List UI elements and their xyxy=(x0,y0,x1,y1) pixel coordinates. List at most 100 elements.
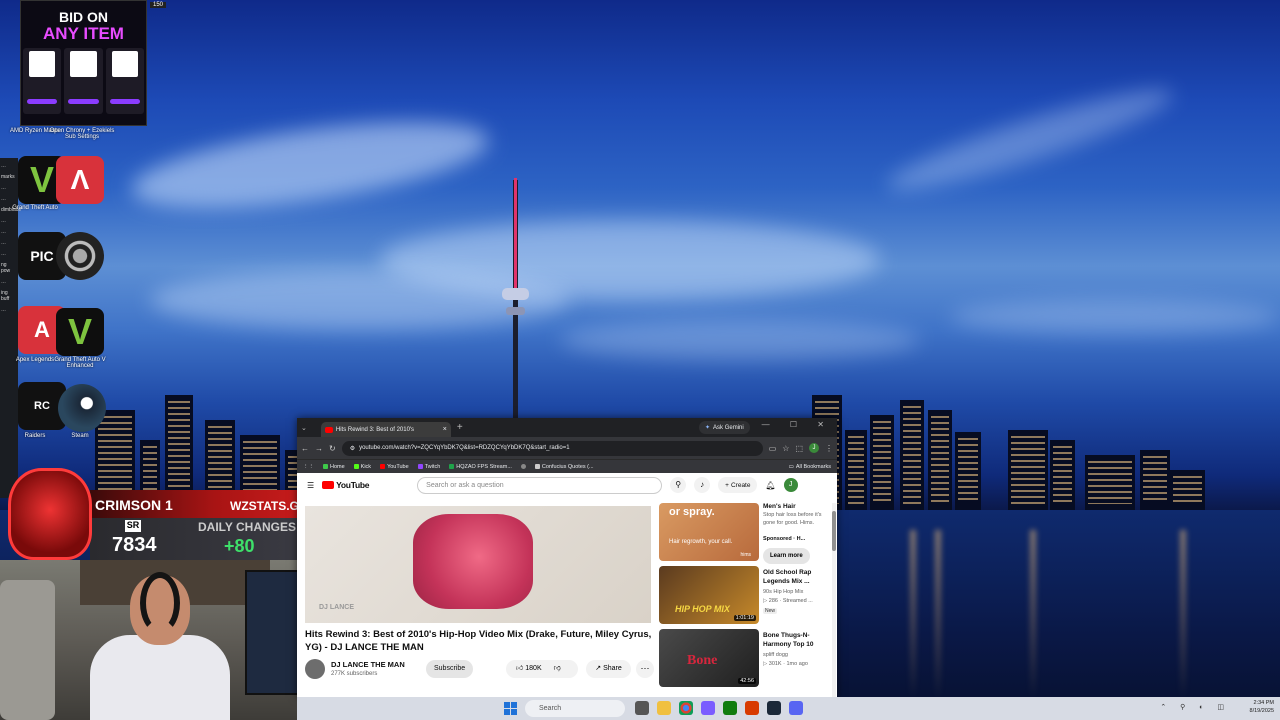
url-field[interactable]: ⚙ youtube.com/watch?v=ZQCYqYbDK7Q&list=R… xyxy=(341,440,763,456)
windows-taskbar: Search ⌃ ⚲ ◐ ◫ 2:34 PM 8/19/2025 xyxy=(297,697,1280,720)
rec-stats: ▷ 286 · Streamed ... xyxy=(763,598,813,604)
page-scrollbar[interactable] xyxy=(832,503,836,698)
ask-gemini-button[interactable]: ✦ Ask Gemini xyxy=(699,421,750,434)
gta-icon[interactable]: V xyxy=(56,308,104,356)
hamburger-menu-icon[interactable]: ☰ xyxy=(307,481,314,490)
steam-taskbar-icon[interactable] xyxy=(767,701,781,715)
xbox-icon[interactable] xyxy=(723,701,737,715)
taskbar-apps xyxy=(635,701,803,715)
microphone-icon[interactable]: ♪ xyxy=(694,477,711,493)
url-text: youtube.com/watch?v=ZQCYqYbDK7Q&list=RDZ… xyxy=(359,445,570,451)
share-button[interactable]: ↗ Share xyxy=(586,660,631,678)
tab-youtube[interactable]: Hits Rewind 3: Best of 2010's × xyxy=(320,422,451,437)
chrome-icon[interactable] xyxy=(679,701,693,715)
daily-changes-value: +80 xyxy=(224,536,255,556)
profile-avatar[interactable]: J xyxy=(809,443,819,453)
recommendations-list: or spray. Hair regrowth, your call. hims… xyxy=(659,503,829,698)
bookmark-kick[interactable]: Kick xyxy=(353,464,371,470)
rec-title: Men's Hair xyxy=(763,503,796,510)
bookmark-twitch[interactable]: Twitch xyxy=(417,464,440,470)
youtube-favicon-icon xyxy=(324,426,333,433)
ubisoft-icon[interactable] xyxy=(56,232,104,280)
ad-item-card xyxy=(105,48,144,114)
arc-app-icon[interactable]: Λ xyxy=(56,156,104,204)
rec-sponsored: Sponsored · H... xyxy=(763,536,806,542)
back-icon[interactable]: ← xyxy=(301,444,309,453)
headphones xyxy=(140,572,180,634)
bookmark-star-icon[interactable]: ☆ xyxy=(782,444,789,453)
desktop-icon-label[interactable]: Grand Theft Auto V Enhanced xyxy=(45,357,115,369)
start-button-icon[interactable] xyxy=(504,702,517,715)
create-button[interactable]: + Create xyxy=(718,477,758,493)
reload-icon[interactable]: ↻ xyxy=(329,444,336,453)
clock-time: 2:34 PM xyxy=(1253,700,1274,706)
task-view-icon[interactable] xyxy=(635,701,649,715)
more-actions-button[interactable]: ⋯ xyxy=(636,660,654,678)
rec-title: Old School Rap Legends Mix ... xyxy=(763,569,812,585)
window-controls[interactable]: — ☐ ✕ xyxy=(762,420,833,429)
youtube-search-input[interactable]: Search or ask a question xyxy=(417,476,663,494)
desktop-icon-label[interactable]: Steam xyxy=(45,433,115,439)
site-info-icon[interactable]: ⚙ xyxy=(350,445,355,452)
like-dislike-button[interactable]: 👍︎ 180K 👎︎ xyxy=(506,660,578,678)
youtube-header: ☰ YouTube Search or ask a question ⚲ ♪ +… xyxy=(297,473,837,497)
chrome-window[interactable]: ⌄ Hits Rewind 3: Best of 2010's × + ✦ As… xyxy=(297,418,837,698)
strip-text: … xyxy=(1,229,6,235)
list-item[interactable]: or spray. Hair regrowth, your call. hims… xyxy=(659,503,829,564)
notifications-bell-icon[interactable]: 🔔︎ xyxy=(765,481,775,490)
counter-badge: 150 xyxy=(150,2,167,8)
cast-icon[interactable]: ▭ xyxy=(769,444,777,453)
list-item[interactable]: HIP HOP MIX 1:01:19 Old School Rap Legen… xyxy=(659,566,829,626)
channel-avatar[interactable] xyxy=(305,659,325,679)
desktop-icon-label[interactable]: Grand Theft Auto xyxy=(0,205,70,211)
search-icon[interactable]: ⚲ xyxy=(670,477,687,493)
taskbar-search[interactable]: Search xyxy=(525,700,625,717)
bookmark-hqzao[interactable]: HQZAO FPS Stream... xyxy=(449,464,512,470)
subscribe-button[interactable]: Subscribe xyxy=(426,660,474,678)
channel-name[interactable]: DJ LANCE THE MAN xyxy=(331,660,405,669)
bookmark-confucius[interactable]: Confucius Quotes (... xyxy=(534,464,594,470)
all-bookmarks[interactable]: ▭ All Bookmarks xyxy=(789,464,831,470)
tab-title: Hits Rewind 3: Best of 2010's xyxy=(335,426,415,433)
strip-text: ng pow xyxy=(1,262,11,274)
app-icon[interactable] xyxy=(745,701,759,715)
forward-icon[interactable]: → xyxy=(315,444,323,453)
webcam-feed xyxy=(0,560,297,720)
plus-icon: + xyxy=(725,481,729,489)
rec-stats: ▷ 301K · 1mo ago xyxy=(763,661,808,667)
thumbs-up-icon: 👍︎ xyxy=(516,665,526,672)
bookmark-youtube[interactable]: YouTube xyxy=(380,464,409,470)
video-thumbnail[interactable]: Bone 42:56 xyxy=(659,629,759,687)
youtube-logo[interactable]: YouTube xyxy=(322,480,369,490)
app-icon[interactable] xyxy=(701,701,715,715)
desktop-icon-label[interactable]: Open Chrony + Ezekiels Sub Settings xyxy=(47,128,117,140)
video-thumbnail[interactable]: HIP HOP MIX 1:01:19 xyxy=(659,566,759,624)
video-player[interactable]: DJ LANCE xyxy=(305,506,651,623)
extensions-icon[interactable]: ⬚ xyxy=(795,444,803,453)
video-duration: 1:01:19 xyxy=(733,615,756,621)
system-tray-icons[interactable]: ⌃ ⚲ ◐ ◫ xyxy=(1160,703,1230,711)
youtube-watch-page: DJ LANCE Hits Rewind 3: Best of 2010's H… xyxy=(297,503,837,698)
strip-text: ing buff xyxy=(1,290,10,302)
clock[interactable]: 2:34 PM 8/19/2025 xyxy=(1250,699,1274,715)
apps-grid-icon[interactable]: ⋮⋮ xyxy=(303,464,314,470)
learn-more-button[interactable]: Learn more xyxy=(763,548,810,564)
discord-icon[interactable] xyxy=(789,701,803,715)
thumbs-down-icon: 👎︎ xyxy=(553,665,561,672)
rank-emblem-icon xyxy=(8,468,92,560)
list-item[interactable]: Bone 42:56 Bone Thugs-N-Harmony Top 10 s… xyxy=(659,629,829,689)
file-explorer-icon[interactable] xyxy=(657,701,671,715)
close-tab-icon[interactable]: × xyxy=(443,426,447,433)
youtube-avatar[interactable]: J xyxy=(783,478,798,492)
new-tab-button[interactable]: + xyxy=(457,422,463,433)
video-thumbnail[interactable]: or spray. Hair regrowth, your call. hims xyxy=(659,503,759,561)
menu-icon[interactable]: ⋮ xyxy=(825,444,833,453)
player-name: CRIMSON 1 xyxy=(95,497,173,513)
bookmark-github[interactable] xyxy=(520,464,526,469)
share-icon: ↗ xyxy=(595,665,604,672)
strip-text: marks xyxy=(1,174,15,180)
steam-icon[interactable] xyxy=(58,384,106,432)
tab-search-icon[interactable]: ⌄ xyxy=(301,424,307,432)
strip-text: … xyxy=(1,307,6,313)
bookmark-home[interactable]: Home xyxy=(323,464,345,470)
